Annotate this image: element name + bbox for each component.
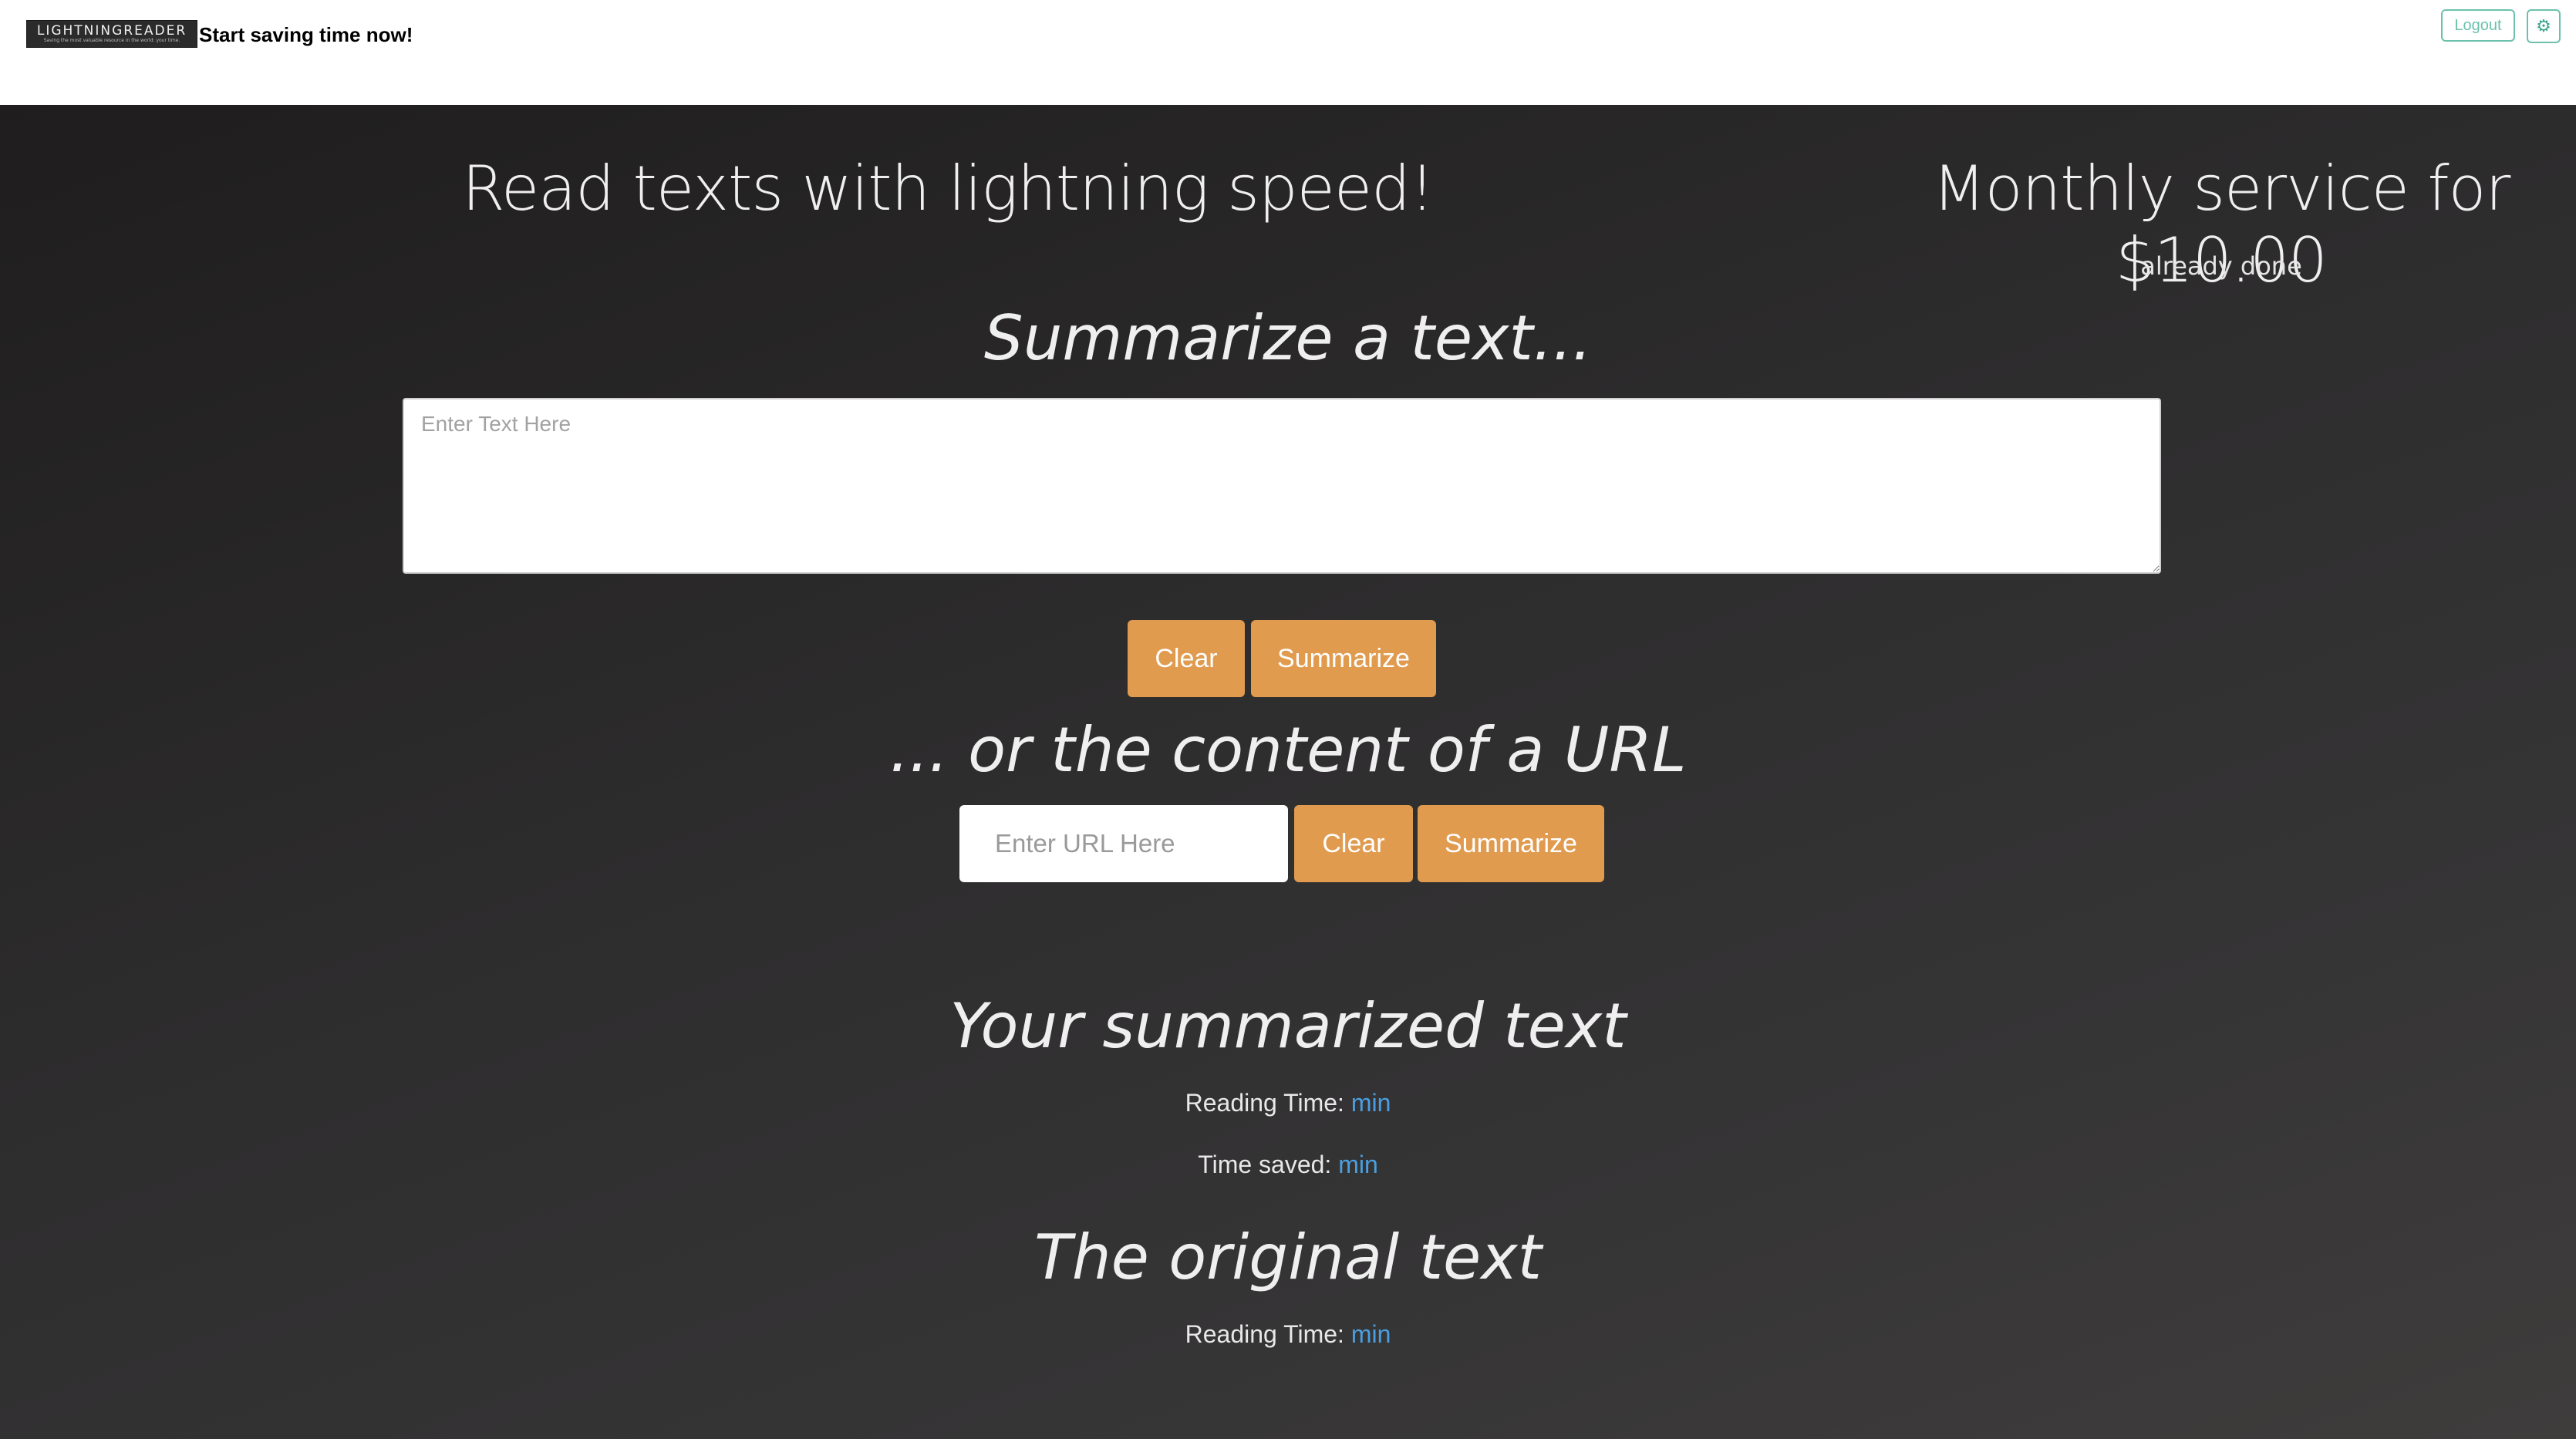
logo-tagline: Saving the most valuable resource in the… xyxy=(43,38,180,43)
top-navbar: LIGHTNINGREADER Saving the most valuable… xyxy=(0,0,2576,105)
url-input[interactable] xyxy=(959,805,1288,882)
lightningreader-logo[interactable]: LIGHTNINGREADER Saving the most valuable… xyxy=(26,20,197,48)
gear-icon: ⚙ xyxy=(2536,16,2551,35)
summarize-url-title: ... or the content of a URL xyxy=(889,714,1687,786)
time-saved-unit: min xyxy=(1338,1151,1378,1178)
summarized-text-title: Your summarized text xyxy=(949,990,1627,1062)
settings-button[interactable]: ⚙ xyxy=(2527,9,2561,43)
reading-time-label: Reading Time: xyxy=(1185,1089,1344,1117)
summary-reading-time: Reading Time: min xyxy=(0,1089,2576,1117)
time-saved: Time saved: min xyxy=(0,1151,2576,1179)
logo-wordmark: LIGHTNINGREADER xyxy=(36,23,187,39)
reading-time-unit: min xyxy=(1350,1089,1391,1117)
text-input-area[interactable] xyxy=(403,398,2161,574)
hero-headline: Read texts with lightning speed! xyxy=(462,153,1435,224)
logout-button[interactable]: Logout xyxy=(2441,9,2515,42)
time-saved-label: Time saved: xyxy=(1198,1151,1332,1178)
clear-url-button[interactable]: Clear xyxy=(1294,805,1413,882)
header-tagline: Start saving time now! xyxy=(199,23,413,46)
summarize-url-button[interactable]: Summarize xyxy=(1418,805,1604,882)
summarize-text-button[interactable]: Summarize xyxy=(1251,620,1436,697)
original-reading-time-unit: min xyxy=(1350,1320,1391,1348)
main-content: Read texts with lightning speed! Monthly… xyxy=(0,105,2576,1439)
original-text-title: The original text xyxy=(1034,1222,1542,1293)
summarize-text-title: Summarize a text... xyxy=(983,302,1593,374)
clear-text-button[interactable]: Clear xyxy=(1128,620,1245,697)
subscription-status: already done xyxy=(2140,251,2302,281)
original-reading-time-label: Reading Time: xyxy=(1185,1320,1344,1348)
original-reading-time: Reading Time: min xyxy=(0,1320,2576,1349)
